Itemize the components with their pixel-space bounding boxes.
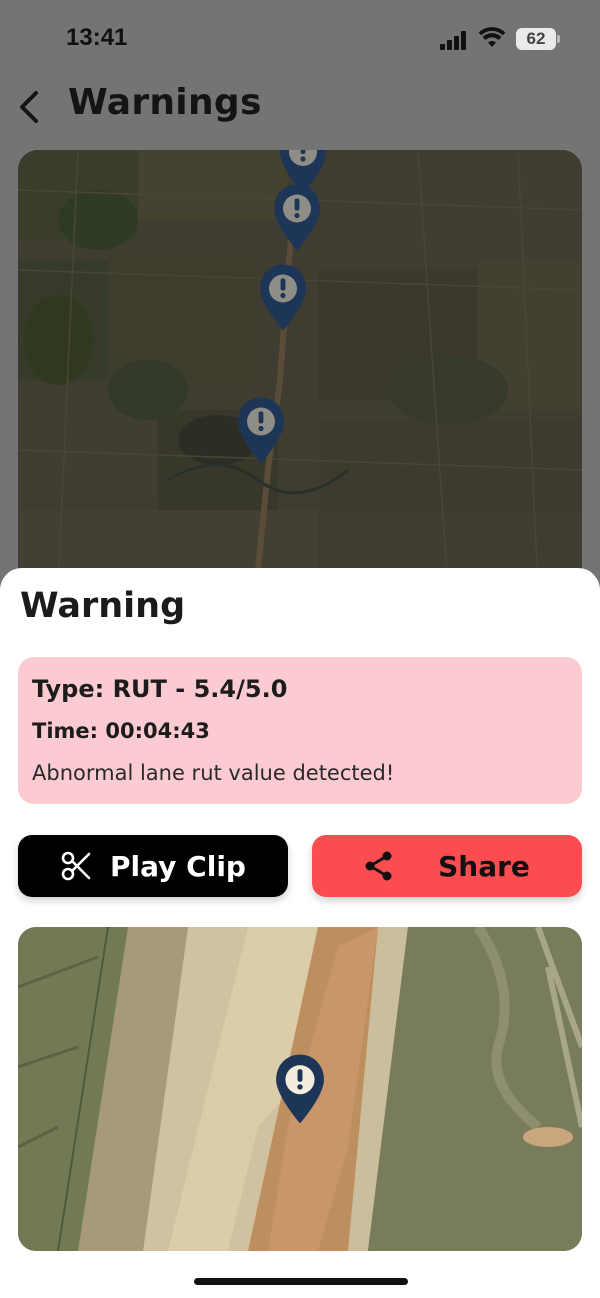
- share-icon: [365, 851, 392, 881]
- share-label: Share: [438, 849, 530, 883]
- sheet-title: Warning: [20, 586, 186, 626]
- status-bar: 13:41 62: [0, 0, 600, 80]
- wifi-icon: [478, 27, 506, 47]
- status-time: 13:41: [66, 24, 128, 51]
- warning-pin-icon[interactable]: [258, 260, 308, 335]
- warning-pin-icon[interactable]: [272, 180, 322, 255]
- battery-icon: 62: [516, 28, 560, 50]
- warning-pin-icon[interactable]: [274, 1050, 326, 1128]
- warning-type: Type: RUT - 5.4/5.0: [32, 675, 288, 703]
- scissors-icon: [61, 851, 91, 881]
- warning-card: Type: RUT - 5.4/5.0 Time: 00:04:43 Abnor…: [18, 657, 582, 804]
- home-indicator[interactable]: [194, 1278, 408, 1285]
- play-clip-label: Play Clip: [110, 849, 246, 883]
- satellite-detail-map[interactable]: [18, 927, 582, 1251]
- warning-message: Abnormal lane rut value detected!: [32, 761, 395, 785]
- warning-pin-icon[interactable]: [236, 393, 286, 468]
- battery-level: 62: [526, 29, 546, 48]
- signal-icon: [440, 30, 470, 50]
- satellite-map[interactable]: [18, 150, 582, 590]
- share-button[interactable]: Share: [312, 835, 582, 897]
- header: Warnings: [0, 80, 600, 140]
- warning-sheet: Warning Type: RUT - 5.4/5.0 Time: 00:04:…: [0, 568, 600, 1298]
- warning-time: Time: 00:04:43: [32, 719, 210, 743]
- chevron-left-icon[interactable]: [14, 85, 46, 129]
- page-title: Warnings: [68, 82, 262, 123]
- play-clip-button[interactable]: Play Clip: [18, 835, 288, 897]
